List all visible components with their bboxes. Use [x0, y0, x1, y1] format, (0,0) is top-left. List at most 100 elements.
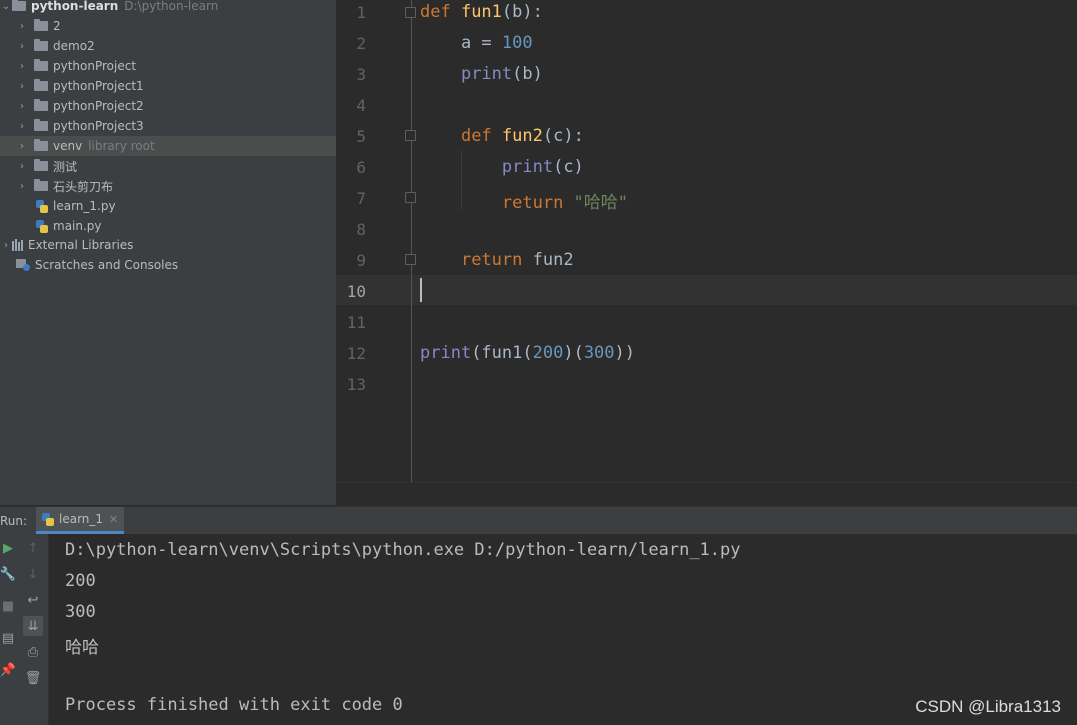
chevron-right-icon[interactable]: › — [16, 60, 28, 72]
folder-icon — [34, 79, 48, 91]
close-icon[interactable]: ✕ — [109, 513, 118, 526]
current-line-highlight — [336, 275, 1077, 305]
layout-icon[interactable]: ▤ — [0, 630, 16, 646]
gutter-separator — [411, 0, 412, 482]
libraries-icon — [12, 239, 23, 251]
run-label: Run: — [0, 514, 28, 528]
tree-folder-item[interactable]: › pythonProject — [0, 56, 336, 76]
scratches-label: Scratches and Consoles — [35, 258, 179, 272]
tree-item-label: 石头剪刀布 — [53, 179, 114, 194]
code-token: )( — [563, 343, 584, 363]
python-file-icon — [36, 199, 48, 213]
stop-icon[interactable]: ■ — [0, 598, 16, 614]
tree-folder-item[interactable]: › demo2 — [0, 36, 336, 56]
chevron-right-icon[interactable]: › — [16, 120, 28, 132]
scratches-item[interactable]: Scratches and Consoles — [0, 255, 336, 275]
chevron-right-icon[interactable]: › — [16, 140, 28, 152]
code-token: (c) — [553, 157, 584, 177]
tree-folder-item[interactable]: › pythonProject2 — [0, 96, 336, 116]
code-token: return — [460, 250, 533, 270]
code-token: (c): — [542, 126, 584, 146]
editor-horizontal-scroll-area[interactable] — [336, 482, 1077, 506]
line-number: 3 — [356, 65, 366, 84]
tree-file-item[interactable]: learn_1.py — [0, 196, 336, 216]
line-number: 4 — [356, 96, 366, 115]
console-line: D:\python-learn\venv\Scripts\python.exe … — [65, 540, 741, 560]
soft-wrap-icon[interactable]: ↩ — [25, 592, 41, 608]
code-token: def — [460, 126, 502, 146]
chevron-down-icon[interactable]: ⌄ — [0, 0, 12, 12]
project-tool-window: ⌄ python-learn D:\python-learn › 2 › demo2 ›… — [0, 0, 336, 505]
tree-folder-item[interactable]: › pythonProject3 — [0, 116, 336, 136]
line-number: 2 — [356, 34, 366, 53]
chevron-right-icon[interactable]: › — [16, 100, 28, 112]
chevron-right-icon[interactable]: › — [16, 160, 28, 172]
tree-folder-item[interactable]: › venv library root — [0, 136, 336, 156]
code-token: return — [501, 193, 574, 213]
line-number: 9 — [356, 251, 366, 270]
chevron-right-icon[interactable]: › — [16, 40, 28, 52]
fold-marker-icon[interactable] — [405, 254, 416, 265]
tree-item-label: pythonProject3 — [53, 119, 144, 133]
line-number: 6 — [356, 158, 366, 177]
folder-icon — [34, 99, 48, 111]
run-tab-learn-1[interactable]: learn_1 ✕ — [36, 507, 125, 534]
code-token: 200 — [532, 343, 564, 363]
tree-item-label: main.py — [53, 219, 102, 233]
tree-item-label: pythonProject1 — [53, 79, 144, 93]
folder-icon — [34, 159, 48, 171]
code-token: print — [460, 64, 513, 84]
chevron-right-icon[interactable]: › — [0, 239, 12, 251]
tree-file-item[interactable]: main.py — [0, 216, 336, 236]
code-line: return "哈哈" — [420, 188, 628, 213]
folder-icon — [34, 179, 48, 191]
fold-marker-icon[interactable] — [405, 192, 416, 203]
console-line: 哈哈 — [65, 638, 99, 658]
external-libraries-item[interactable]: › External Libraries — [0, 235, 336, 255]
run-toolbar-secondary: ↑ ↓ ↩ ⇊ ⎙ 🗑 — [18, 534, 49, 725]
fold-marker-icon[interactable] — [405, 7, 416, 18]
code-token: )) — [614, 343, 636, 363]
project-root-name: python-learn — [31, 0, 119, 13]
chevron-right-icon[interactable]: › — [16, 80, 28, 92]
arrow-up-icon[interactable]: ↑ — [25, 540, 41, 556]
chevron-right-icon[interactable]: › — [16, 180, 28, 192]
tree-item-hint: library root — [88, 139, 155, 153]
tree-folder-item[interactable]: › pythonProject1 — [0, 76, 336, 96]
tree-folder-item[interactable]: › 2 — [0, 16, 336, 36]
arrow-down-icon[interactable]: ↓ — [25, 566, 41, 582]
tree-folder-item[interactable]: › 石头剪刀布 — [0, 176, 336, 196]
line-number: 12 — [346, 344, 366, 363]
chevron-right-icon[interactable]: › — [16, 20, 28, 32]
tree-item-label: 测试 — [53, 159, 78, 174]
code-token: fun1 — [460, 2, 502, 22]
tree-folder-item[interactable]: › 测试 — [0, 156, 336, 176]
project-root-path: D:\python-learn — [124, 0, 219, 13]
fold-marker-icon[interactable] — [405, 130, 416, 141]
line-number: 11 — [346, 313, 366, 332]
code-line: def fun2(c): — [420, 126, 584, 146]
folder-icon — [12, 0, 26, 11]
code-token: fun2 — [532, 250, 574, 270]
code-editor[interactable]: 1 def fun1(b): 2 a = 100 3 print(b) 4 5 def f… — [336, 0, 1077, 482]
run-tab-label: learn_1 — [59, 512, 104, 526]
trash-icon[interactable]: 🗑 — [25, 670, 42, 686]
console-line: Process finished with exit code 0 — [65, 695, 403, 715]
wrench-icon[interactable]: 🔧 — [0, 566, 16, 582]
code-token: (fun1( — [471, 343, 533, 363]
print-icon[interactable]: ⎙ — [25, 644, 41, 660]
folder-icon — [34, 19, 48, 31]
folder-icon — [34, 119, 48, 131]
code-token: "哈哈" — [573, 193, 629, 213]
run-tool-window-header: Run: learn_1 ✕ — [0, 506, 1077, 535]
scroll-to-end-icon[interactable]: ⇊ — [23, 616, 43, 636]
project-root[interactable]: ⌄ python-learn D:\python-learn — [0, 0, 336, 16]
pin-icon[interactable]: 📌 — [0, 662, 16, 678]
line-number: 5 — [356, 127, 366, 146]
code-line: print(c) — [420, 157, 584, 177]
line-number: 13 — [346, 375, 366, 394]
rerun-icon[interactable]: ▶ — [0, 540, 16, 556]
